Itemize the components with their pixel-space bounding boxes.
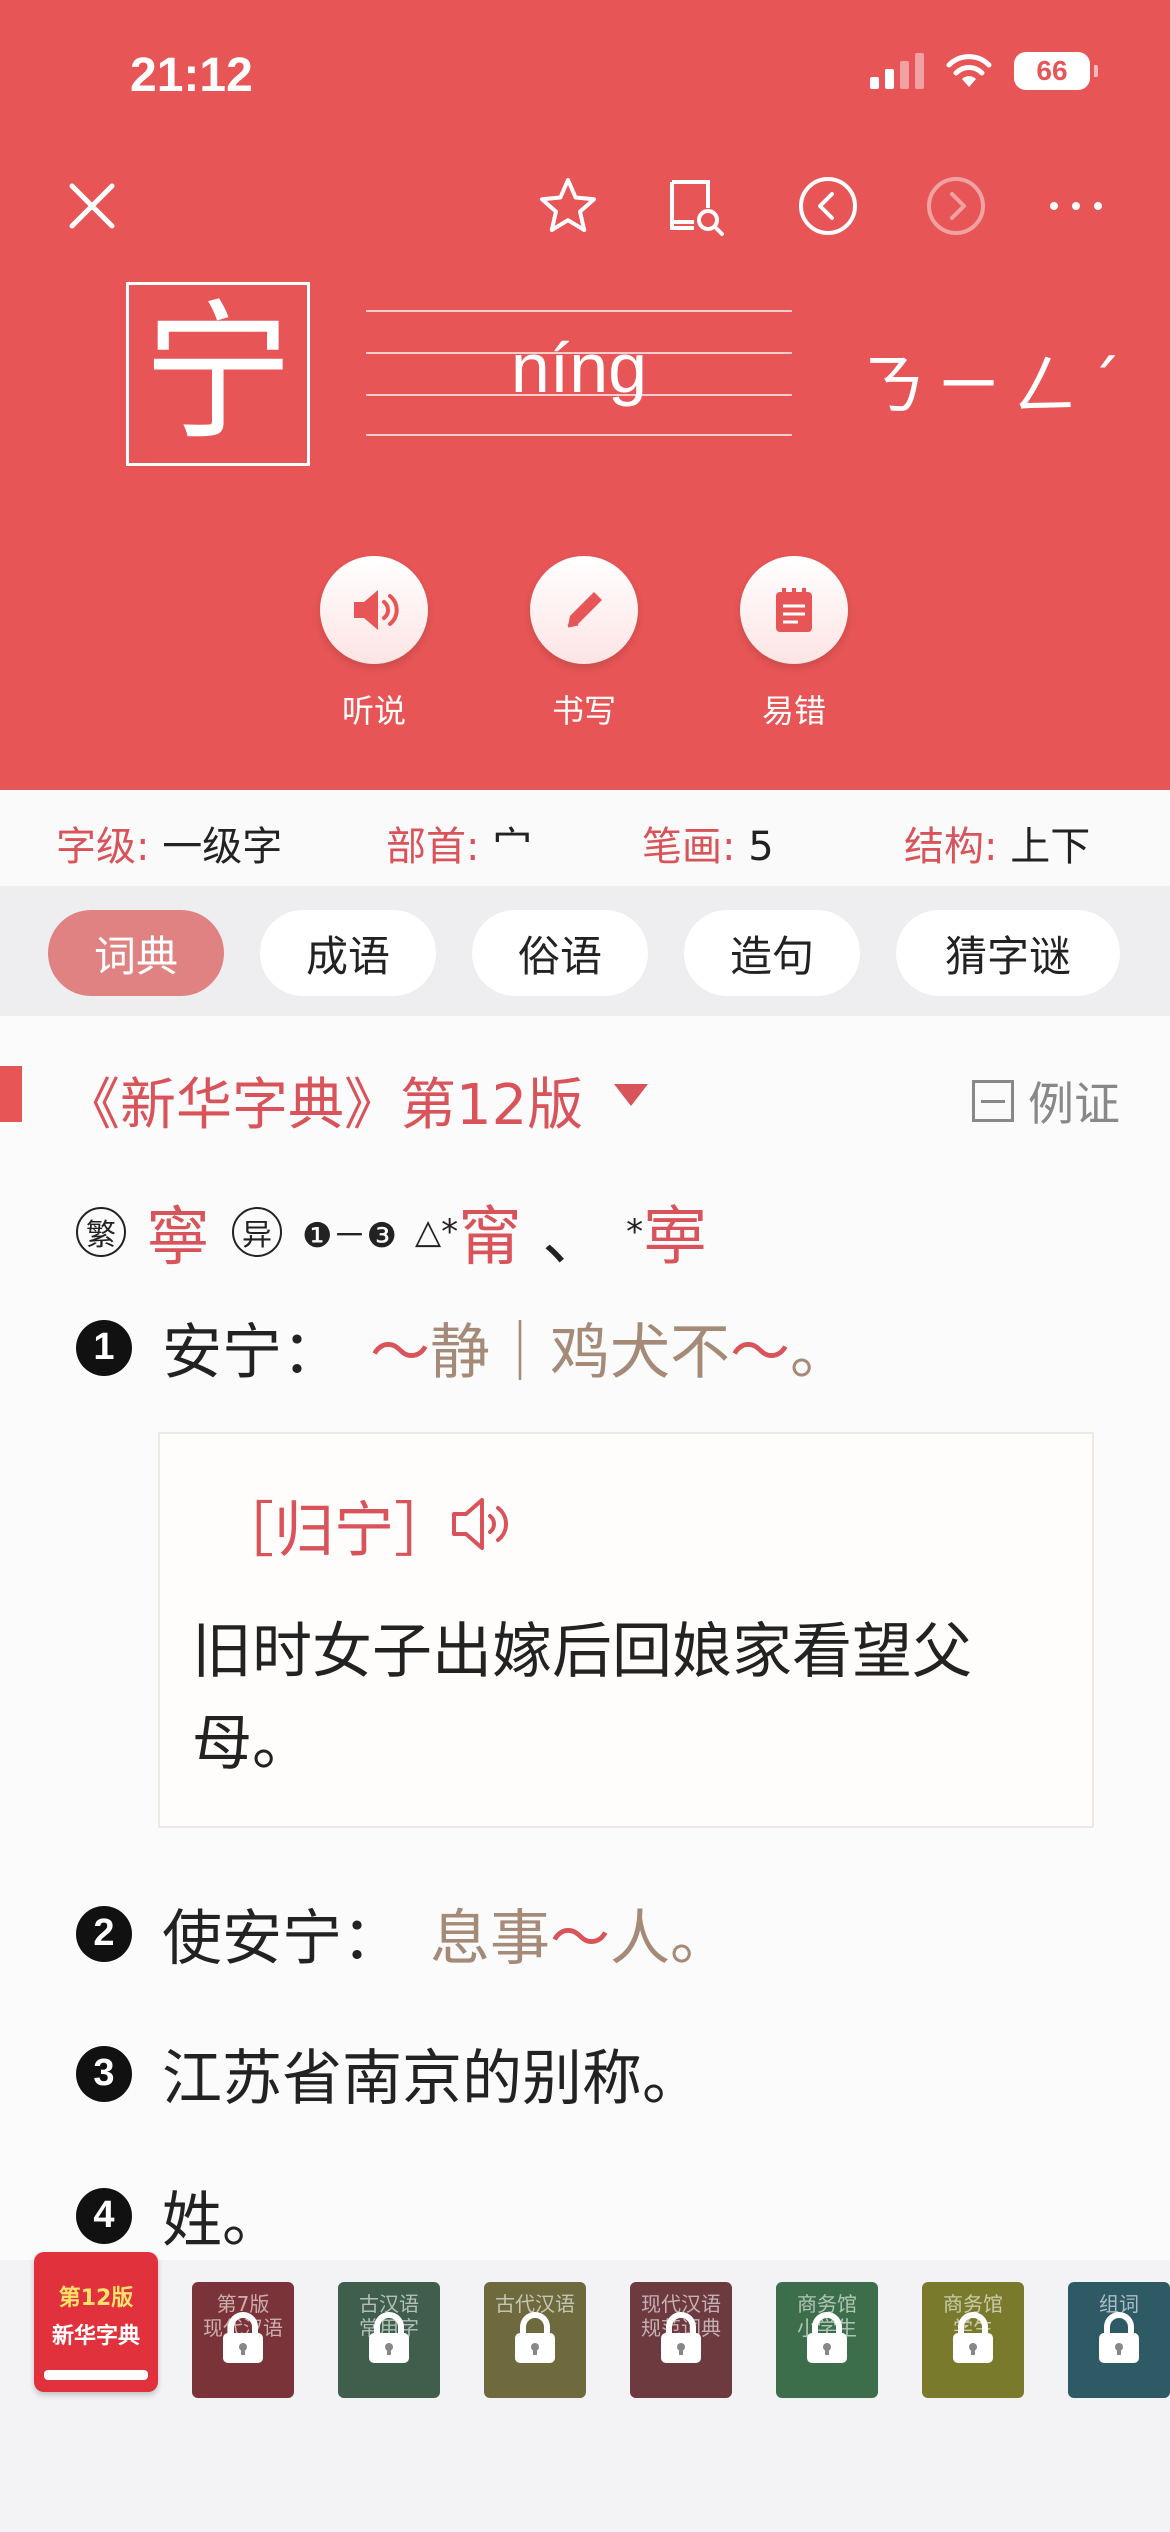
tab-dictionary[interactable]: 词典	[48, 910, 224, 996]
variant-char-1[interactable]: 甯	[458, 1186, 522, 1278]
wifi-icon	[946, 54, 992, 87]
listen-button[interactable]: 听说	[320, 556, 428, 732]
sense-text: 使安宁：	[162, 1904, 402, 1974]
book-spine	[44, 2370, 148, 2380]
write-button[interactable]: 书写	[530, 556, 638, 732]
lock-icon	[655, 2309, 707, 2371]
sense-text: 江苏省南京的别称。	[162, 2044, 702, 2114]
locked-book[interactable]: 现代汉语 规范词典	[630, 2282, 732, 2398]
lock-icon	[363, 2309, 415, 2371]
variant-range: ❶－❸	[302, 1215, 397, 1256]
signal-icon	[870, 53, 924, 89]
pencil-icon	[530, 556, 638, 664]
example-label: 例证	[1028, 1077, 1120, 1131]
locked-book[interactable]: 古代汉语	[484, 2282, 586, 2398]
example-text: 。	[790, 1318, 850, 1388]
book-title: 新华字典	[51, 2324, 140, 2349]
variant-char-2[interactable]: 寕	[643, 1186, 707, 1278]
variant-mark-2: *	[626, 1212, 644, 1252]
speaker-icon[interactable]	[448, 1492, 518, 1560]
sense-number: 3	[76, 2045, 132, 2102]
sense-number: 1	[76, 1319, 132, 1376]
sense-4: 4 姓。	[76, 2172, 282, 2259]
sense-text: 姓。	[162, 2186, 282, 2256]
example-tilde: ～	[730, 1318, 790, 1388]
locked-book[interactable]: 商务馆 学生	[922, 2282, 1024, 2398]
write-label: 书写	[551, 692, 616, 730]
example-tilde: ～	[370, 1318, 430, 1388]
character-glyph: 宁	[126, 282, 310, 466]
tab-sentences[interactable]: 造句	[684, 910, 860, 996]
character-info-row: 字级: 一级字 部首: 宀 笔画: 5 结构: 上下	[0, 790, 1170, 886]
info-radical: 部首: 宀	[386, 824, 533, 870]
example-text: 息事	[430, 1904, 550, 1974]
lock-icon	[801, 2309, 853, 2371]
info-level: 字级: 一级字	[56, 824, 283, 870]
status-icons: 66	[870, 52, 1098, 90]
sense-2: 2 使安宁： 息事～人。	[76, 1890, 730, 1977]
common-errors-label: 易错	[761, 692, 826, 730]
info-strokes: 笔画: 5	[642, 824, 774, 870]
lock-icon	[217, 2309, 269, 2371]
example-text: 静｜鸡犬不	[430, 1318, 730, 1388]
tab-riddles[interactable]: 猜字谜	[896, 910, 1120, 996]
term-definition: 旧时女子出嫁后回娘家看望父母。	[192, 1617, 972, 1779]
locked-book[interactable]: 古汉语 常用字	[338, 2282, 440, 2398]
variant-separator: 、	[542, 1201, 607, 1275]
variant-forms: 繁 寧 异 ❶－❸ △* 甯 、 * 寕	[76, 1186, 707, 1278]
example-tilde: ～	[550, 1904, 610, 1974]
term-card: ［归宁］ 旧时女子出嫁后回娘家看望父母。	[158, 1432, 1094, 1828]
traditional-marker: 繁	[76, 1207, 126, 1257]
traditional-char[interactable]: 寧	[146, 1186, 210, 1278]
listen-label: 听说	[341, 692, 406, 730]
example-text: 人。	[610, 1904, 730, 1974]
speaker-icon	[320, 556, 428, 664]
sense-number: 4	[76, 2187, 132, 2244]
section-marker	[0, 1066, 22, 1122]
notepad-icon	[740, 556, 848, 664]
character-header: 21:12 66 宁 níng ㄋㄧㄥˊ 听说 书写 易错	[0, 0, 1170, 790]
locked-book[interactable]: 商务馆 小学生	[776, 2282, 878, 2398]
star-icon[interactable]	[532, 170, 604, 242]
sense-number: 2	[76, 1905, 132, 1962]
variant-marker: 异	[232, 1207, 282, 1257]
dictionary-content: 《新华字典》第12版 例证 繁 寧 异 ❶－❸ △* 甯 、 * 寕 1 安宁：…	[0, 1016, 1170, 2260]
zhuyin: ㄋㄧㄥˊ	[860, 347, 1131, 424]
tab-bar: 词典 成语 俗语 造句 猜字谜	[0, 886, 1170, 1016]
tab-sayings[interactable]: 俗语	[472, 910, 648, 996]
next-icon[interactable]	[920, 170, 992, 242]
lock-icon	[509, 2309, 561, 2371]
sense-text: 安宁：	[162, 1318, 342, 1388]
previous-icon[interactable]	[792, 170, 864, 242]
sense-3: 3 江苏省南京的别称。	[76, 2030, 702, 2117]
tab-idioms[interactable]: 成语	[260, 910, 436, 996]
lock-icon	[947, 2309, 999, 2371]
more-icon[interactable]	[1040, 170, 1112, 242]
locked-book[interactable]: 第7版 现代汉语	[192, 2282, 294, 2398]
term-title[interactable]: ［归宁］	[214, 1482, 454, 1569]
variant-mark-1: △*	[414, 1212, 459, 1252]
pinyin[interactable]: níng	[366, 328, 792, 408]
book-search-icon[interactable]	[660, 170, 732, 242]
dropdown-arrow-icon[interactable]	[614, 1084, 648, 1106]
collapse-icon	[972, 1080, 1014, 1122]
status-time: 21:12	[130, 49, 253, 102]
lock-icon	[1093, 2309, 1145, 2371]
info-structure: 结构: 上下	[904, 824, 1091, 870]
locked-book[interactable]: 组词	[1068, 2282, 1170, 2398]
edition-selector[interactable]: 《新华字典》第12版	[64, 1060, 583, 1141]
sense-1: 1 安宁： ～静｜鸡犬不～。	[76, 1304, 850, 1391]
close-icon[interactable]	[56, 170, 128, 242]
book-edition: 第12版	[58, 2286, 134, 2311]
book-xinhua-12[interactable]: 第12版 新华字典	[34, 2252, 158, 2392]
common-errors-button[interactable]: 易错	[740, 556, 848, 732]
battery-indicator: 66	[1014, 52, 1098, 90]
example-toggle[interactable]: 例证	[972, 1068, 1120, 1134]
